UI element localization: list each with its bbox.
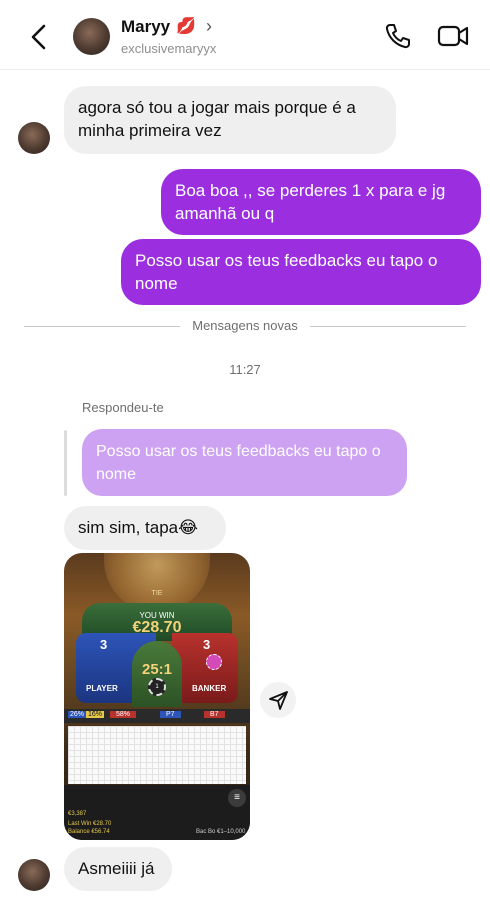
message-text: agora só tou a jogar mais porque é a min… (78, 98, 356, 140)
message-text: Posso usar os teus feedbacks eu tapo o n… (135, 251, 438, 293)
contact-avatar-small[interactable] (18, 122, 50, 154)
chip-icon (206, 654, 222, 670)
message-text: Boa boa ,, se perderes 1 x para e jg ama… (175, 181, 446, 223)
message-text: sim sim, tapa😂 (78, 518, 198, 537)
contact-username[interactable]: exclusivemaryyx (121, 41, 216, 56)
stat-yellow: 16% (86, 711, 105, 718)
banker-label: BANKER (192, 684, 227, 693)
timestamp: 11:27 (229, 362, 261, 377)
stat-blue: 26% (68, 711, 87, 718)
chevron-right-icon[interactable]: › (206, 16, 212, 37)
contact-name[interactable]: Maryy (121, 17, 170, 37)
chip-icon: 1 (148, 678, 166, 696)
last-win: Last Win €28.70 (68, 821, 112, 827)
message-text: Asmeiiii já (78, 859, 155, 878)
table-limits: Bac Bo €1–10,000 (196, 829, 246, 835)
game-tie-label: TIE (151, 590, 163, 597)
contact-avatar-small[interactable] (18, 859, 50, 891)
banker-score: 3 (203, 637, 211, 652)
menu-icon: ≡ (228, 789, 246, 807)
outgoing-message[interactable]: Posso usar os teus feedbacks eu tapo o n… (121, 239, 481, 305)
balance-top: €3,387 (68, 811, 87, 817)
reply-bar (64, 430, 67, 496)
lips-emoji: 💋 (176, 18, 196, 35)
share-icon[interactable] (260, 682, 296, 718)
stat-player: P7 (160, 711, 181, 718)
balance: Balance €56.74 (68, 829, 110, 835)
new-messages-divider: Mensagens novas (192, 318, 298, 333)
stat-banker: B7 (204, 711, 225, 718)
video-camera-icon[interactable] (437, 22, 469, 50)
chat-header: Maryy 💋 › exclusivemaryyx (0, 0, 490, 70)
stat-red: 58% (110, 711, 137, 718)
outgoing-message[interactable]: Boa boa ,, se perderes 1 x para e jg ama… (161, 169, 481, 235)
incoming-message[interactable]: sim sim, tapa😂 (64, 506, 226, 550)
contact-avatar[interactable] (73, 18, 110, 55)
player-label: PLAYER (86, 684, 118, 693)
player-score: 3 (100, 637, 108, 652)
shared-image[interactable]: TIE YOU WIN €28.70 3 3 25:1 1 PLAYER BAN… (64, 553, 250, 840)
incoming-message[interactable]: Asmeiiii já (64, 847, 172, 891)
incoming-message[interactable]: agora só tou a jogar mais porque é a min… (64, 86, 396, 154)
quoted-message[interactable]: Posso usar os teus feedbacks eu tapo o n… (82, 429, 407, 496)
back-arrow-icon[interactable] (24, 22, 54, 52)
tie-odds: 25:1 (142, 661, 173, 678)
phone-icon[interactable] (384, 22, 412, 50)
roadmap-grid (68, 726, 246, 784)
replied-label: Respondeu-te (82, 400, 164, 415)
quoted-text: Posso usar os teus feedbacks eu tapo o n… (96, 443, 381, 483)
